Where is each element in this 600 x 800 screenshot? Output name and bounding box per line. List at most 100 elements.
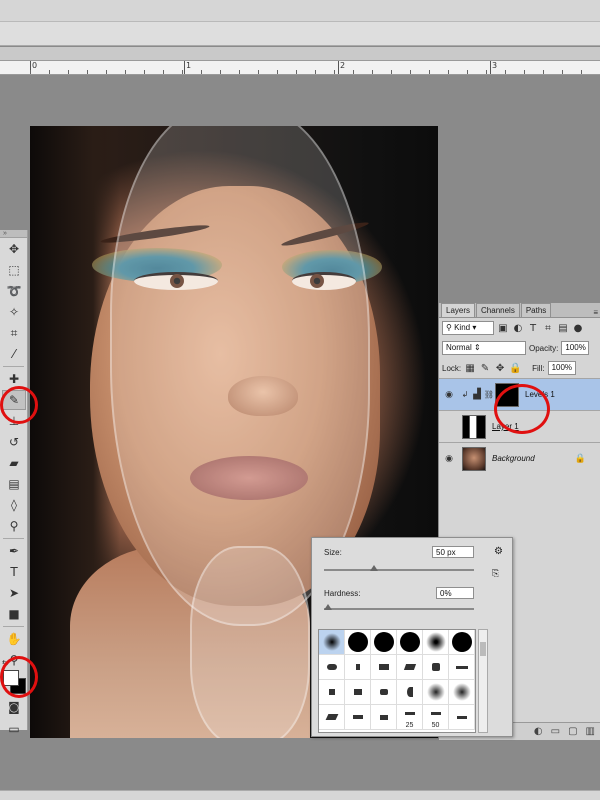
brush-preset-tip[interactable]: [423, 655, 449, 680]
brush-preset-tip[interactable]: [371, 680, 397, 705]
ruler-mark-1: 1: [186, 61, 192, 70]
new-group-icon[interactable]: ▭: [551, 726, 560, 737]
tab-layers[interactable]: Layers: [441, 303, 476, 317]
layer-row-levels[interactable]: ◉ ↲ ▟ ⛓ Levels 1: [439, 378, 600, 410]
quick-mask-icon[interactable]: ◙: [2, 697, 26, 717]
layer-row-layer1[interactable]: Layer 1: [439, 410, 600, 442]
panel-menu-icon[interactable]: ≡: [593, 308, 598, 317]
layer-name[interactable]: Layer 1: [492, 422, 519, 431]
crop-tool-icon[interactable]: ⌗: [2, 323, 26, 343]
ruler-tick: [49, 70, 50, 74]
eyedropper-tool-icon[interactable]: ⁄: [2, 344, 26, 364]
brush-preset-tip[interactable]: [345, 705, 371, 730]
brush-preset-numbered[interactable]: 25: [397, 705, 423, 730]
lock-all-icon[interactable]: 🔒: [509, 363, 521, 374]
gear-icon[interactable]: ⚙: [494, 546, 503, 557]
hardness-input[interactable]: 0%: [436, 587, 474, 599]
filter-pixel-icon[interactable]: ▣: [497, 323, 509, 334]
swap-colors-icon[interactable]: ⇆: [2, 658, 9, 667]
clip-arrow-icon: ↲: [461, 390, 469, 399]
opacity-input[interactable]: 100%: [561, 341, 590, 355]
brush-preset-soft-round[interactable]: [423, 630, 449, 655]
gradient-tool-icon[interactable]: ▤: [2, 474, 26, 494]
toolbar-grip[interactable]: »: [0, 230, 27, 238]
brush-preset-tip[interactable]: [371, 705, 397, 730]
brush-preset-tip[interactable]: [319, 680, 345, 705]
fill-input[interactable]: 100%: [547, 361, 576, 375]
brush-preset-soft-round[interactable]: [319, 630, 345, 655]
layer-name[interactable]: Levels 1: [525, 390, 555, 399]
layer-name[interactable]: Background: [492, 454, 535, 463]
lock-image-icon[interactable]: ✎: [479, 363, 491, 374]
brush-preset-hard-round[interactable]: [345, 630, 371, 655]
type-tool-icon[interactable]: T: [2, 562, 26, 582]
new-preset-icon[interactable]: ⎘: [492, 568, 499, 579]
new-layer-icon[interactable]: ▢: [568, 726, 577, 737]
delete-layer-icon[interactable]: ▥: [586, 726, 595, 737]
ruler-tick: [87, 70, 88, 74]
visibility-eye-icon[interactable]: ◉: [439, 389, 459, 400]
filter-adjustment-icon[interactable]: ◐: [512, 323, 524, 334]
pen-tool-icon[interactable]: ✒: [2, 541, 26, 561]
move-tool-icon[interactable]: ✥: [2, 239, 26, 259]
layer-thumbnail[interactable]: [462, 414, 486, 439]
hand-tool-icon[interactable]: ✋: [2, 629, 26, 649]
foreground-color-swatch[interactable]: [3, 670, 19, 686]
healing-brush-tool-icon[interactable]: ✚: [2, 369, 26, 389]
lock-position-icon[interactable]: ✥: [494, 363, 506, 374]
ruler-tick: [296, 70, 297, 74]
tab-channels[interactable]: Channels: [476, 303, 520, 317]
brush-preset-soft-round[interactable]: [449, 680, 475, 705]
dodge-tool-icon[interactable]: ⚲: [2, 516, 26, 536]
filter-shape-icon[interactable]: ⌗: [542, 323, 554, 334]
lasso-tool-icon[interactable]: ➰: [2, 281, 26, 301]
brush-preset-tip[interactable]: [449, 705, 475, 730]
brush-preset-tip[interactable]: [345, 655, 371, 680]
layer-row-background[interactable]: ◉ Background 🔒: [439, 442, 600, 474]
filter-smart-object-icon[interactable]: ▤: [557, 323, 569, 334]
filter-type-icon[interactable]: T: [527, 323, 539, 334]
layer-mask-thumbnail[interactable]: [495, 382, 519, 407]
brush-preset-soft-round[interactable]: [423, 680, 449, 705]
quick-selection-tool-icon[interactable]: ✧: [2, 302, 26, 322]
lock-transparent-icon[interactable]: ▦: [464, 363, 476, 374]
brush-preset-tip[interactable]: [397, 655, 423, 680]
mask-link-icon[interactable]: ⛓: [483, 390, 495, 399]
blur-tool-icon[interactable]: ◊: [2, 495, 26, 515]
size-slider-track[interactable]: [324, 569, 474, 571]
size-input[interactable]: 50 px: [432, 546, 474, 558]
application-bar: [0, 0, 600, 22]
brush-preset-numbered[interactable]: 50: [423, 705, 449, 730]
path-selection-tool-icon[interactable]: ➤: [2, 583, 26, 603]
brush-preset-tip[interactable]: [345, 680, 371, 705]
filter-row: ⚲ Kind ▾ ▣ ◐ T ⌗ ▤ ●: [439, 318, 600, 338]
filter-kind-select[interactable]: ⚲ Kind ▾: [442, 321, 494, 335]
tools-panel: » ✥ ⬚ ➰ ✧ ⌗ ⁄ ✚ ✎ ⊥ ↺ ▰ ▤ ◊ ⚲ ✒ T ➤ ■ ✋ …: [0, 230, 28, 736]
layer-thumbnail[interactable]: [462, 446, 486, 471]
shape-tool-icon[interactable]: ■: [2, 604, 26, 624]
brush-preset-tip[interactable]: [397, 680, 423, 705]
brush-preset-tip[interactable]: [319, 705, 345, 730]
brush-preset-hard-round[interactable]: [397, 630, 423, 655]
tab-paths[interactable]: Paths: [520, 303, 552, 317]
brush-grid-scrollbar[interactable]: [478, 629, 488, 733]
blend-mode-select[interactable]: Normal ⇕: [442, 341, 526, 355]
brush-tool-icon[interactable]: ✎: [2, 390, 26, 410]
eraser-tool-icon[interactable]: ▰: [2, 453, 26, 473]
brush-preset-tip[interactable]: [319, 655, 345, 680]
brush-preset-tip[interactable]: [371, 655, 397, 680]
clone-stamp-tool-icon[interactable]: ⊥: [2, 411, 26, 431]
brush-preset-hard-round[interactable]: [371, 630, 397, 655]
filter-toggle-icon[interactable]: ●: [572, 323, 584, 334]
hardness-slider-knob[interactable]: [324, 604, 332, 610]
search-icon: ⚲: [446, 323, 455, 332]
brush-preset-hard-round[interactable]: [449, 630, 475, 655]
brush-preset-tip[interactable]: [449, 655, 475, 680]
size-slider-knob[interactable]: [369, 565, 378, 571]
adjustment-layer-icon[interactable]: ◐: [534, 726, 543, 737]
hardness-slider-track[interactable]: [324, 608, 474, 610]
marquee-tool-icon[interactable]: ⬚: [2, 260, 26, 280]
visibility-eye-icon[interactable]: ◉: [439, 453, 459, 464]
screen-mode-icon[interactable]: ▭: [2, 719, 26, 739]
history-brush-tool-icon[interactable]: ↺: [2, 432, 26, 452]
